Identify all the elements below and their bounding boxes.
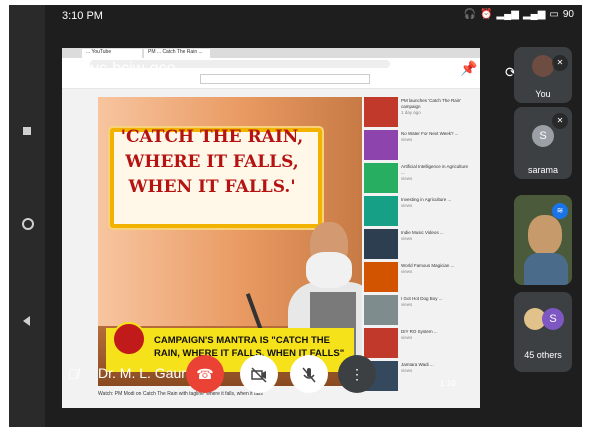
related-video-item[interactable]: Artificial Intelligence in Agriculture .…: [364, 163, 476, 197]
speaking-indicator-icon: ≋: [552, 203, 568, 219]
related-video-meta: views: [401, 335, 413, 340]
battery-icon: ▭: [549, 9, 559, 20]
participant-tile-speaker[interactable]: ≋: [514, 195, 572, 285]
related-video-item[interactable]: No Water For Next Week? ... views: [364, 130, 476, 164]
related-video-meta: views: [401, 203, 413, 208]
browser-tab[interactable]: ... YouTube: [82, 49, 142, 58]
mic-off-icon: [302, 367, 316, 383]
participant-tile-you[interactable]: ✕ You: [514, 47, 572, 103]
participant-name: 45 others: [524, 350, 562, 360]
battery-level: 90: [562, 9, 574, 20]
camera-off-button[interactable]: [240, 355, 278, 393]
alarm-icon: ⏰: [480, 9, 493, 20]
participant-shirt: [524, 253, 568, 285]
related-video-title: No Water For Next Week? ... views: [401, 131, 473, 143]
avatar: S: [542, 308, 564, 330]
meeting-code[interactable]: zvc-bciw-qco ▸: [83, 60, 189, 78]
related-video-meta: views: [401, 137, 413, 142]
mic-off-icon: ✕: [552, 113, 568, 129]
related-video-title: PM launches 'Catch The Rain' campaign 1 d…: [401, 98, 473, 116]
status-icons: 🎧 ⏰ ▂▄▆ ▂▄▆ ▭ 90: [464, 9, 574, 20]
related-videos-list: PM launches 'Catch The Rain' campaign 1 d…: [364, 97, 476, 397]
video-thumbnail: [364, 262, 398, 292]
related-video-meta: views: [401, 176, 413, 181]
end-call-button[interactable]: ☎: [186, 355, 224, 393]
presenter-mic-off-icon: 🎙̸: [68, 366, 79, 382]
related-video-title: Artificial Intelligence in Agriculture .…: [401, 164, 473, 182]
participant-name: You: [535, 89, 551, 99]
mic-off-icon: ✕: [552, 55, 568, 71]
more-options-button[interactable]: ⋮: [338, 355, 376, 393]
related-video-title: I Got Hot Dog Boy ... views: [401, 296, 473, 308]
participant-tile-sarama[interactable]: S ✕ sarama: [514, 107, 572, 179]
android-nav-bar: [9, 5, 45, 427]
signal-icon-2: ▂▄▆: [522, 9, 546, 20]
related-video-item[interactable]: Investing in Agriculture ... views: [364, 196, 476, 230]
video-thumbnail: [364, 97, 398, 127]
browser-tab-strip: ... YouTube PM ... Catch The Rain ...: [62, 48, 480, 58]
recents-icon[interactable]: [22, 123, 32, 135]
video-thumbnail: [364, 196, 398, 226]
avatar: [532, 55, 554, 77]
related-video-item[interactable]: PM launches 'Catch The Rain' campaign 1 d…: [364, 97, 476, 131]
status-time: 3:10 PM: [62, 10, 103, 22]
related-video-title: DIY RO System ... views: [401, 329, 473, 341]
headphones-icon: 🎧: [463, 9, 477, 20]
home-icon[interactable]: [22, 217, 34, 230]
video-thumbnail: [364, 130, 398, 160]
related-video-meta: views: [401, 302, 413, 307]
related-video-meta: 1 day ago: [401, 110, 421, 115]
related-video-item[interactable]: World Famous Magician ... views: [364, 262, 476, 296]
participant-name: sarama: [527, 165, 558, 175]
browser-tab[interactable]: PM ... Catch The Rain ...: [144, 49, 210, 58]
related-video-item[interactable]: DIY RO System ... views: [364, 328, 476, 362]
campaign-logo: [112, 322, 146, 356]
chevron-right-icon: ▸: [183, 63, 189, 76]
video-thumbnail: [364, 295, 398, 325]
related-video-meta: views: [401, 236, 413, 241]
video-thumbnail: [364, 328, 398, 358]
youtube-search-field[interactable]: [200, 74, 370, 84]
related-video-meta: views: [401, 269, 413, 274]
mic-off-button[interactable]: [290, 355, 328, 393]
back-nav-icon[interactable]: [22, 313, 32, 326]
pin-icon[interactable]: 📌: [460, 60, 478, 80]
video-player[interactable]: 'CATCH THE RAIN, WHERE IT FALLS, WHEN IT…: [98, 97, 362, 386]
video-quote-text: 'CATCH THE RAIN, WHERE IT FALLS, WHEN IT…: [120, 127, 304, 197]
related-video-title: World Famous Magician ... views: [401, 263, 473, 275]
camera-off-icon: [251, 367, 267, 383]
related-video-item[interactable]: Indie Music Videos ... views: [364, 229, 476, 263]
participant-tile-others[interactable]: S 45 others: [514, 292, 572, 372]
video-thumbnail: [364, 229, 398, 259]
related-video-title: Investing in Agriculture ... views: [401, 197, 473, 209]
shared-screen: ... YouTube PM ... Catch The Rain ... 'C…: [62, 48, 480, 408]
video-thumbnail: [364, 163, 398, 193]
presenter-name: Dr. M. L. Gaur: [98, 365, 186, 381]
related-video-item[interactable]: I Got Hot Dog Boy ... views: [364, 295, 476, 329]
related-video-title: Indie Music Videos ... views: [401, 230, 473, 242]
meeting-code-text: zvc-bciw-qco: [83, 60, 176, 77]
video-time: 1:10: [440, 379, 456, 388]
signal-icon: ▂▄▆: [496, 9, 519, 20]
participant-face: [528, 215, 562, 255]
avatar: S: [532, 125, 554, 147]
back-arrow-icon[interactable]: ←: [61, 63, 77, 81]
